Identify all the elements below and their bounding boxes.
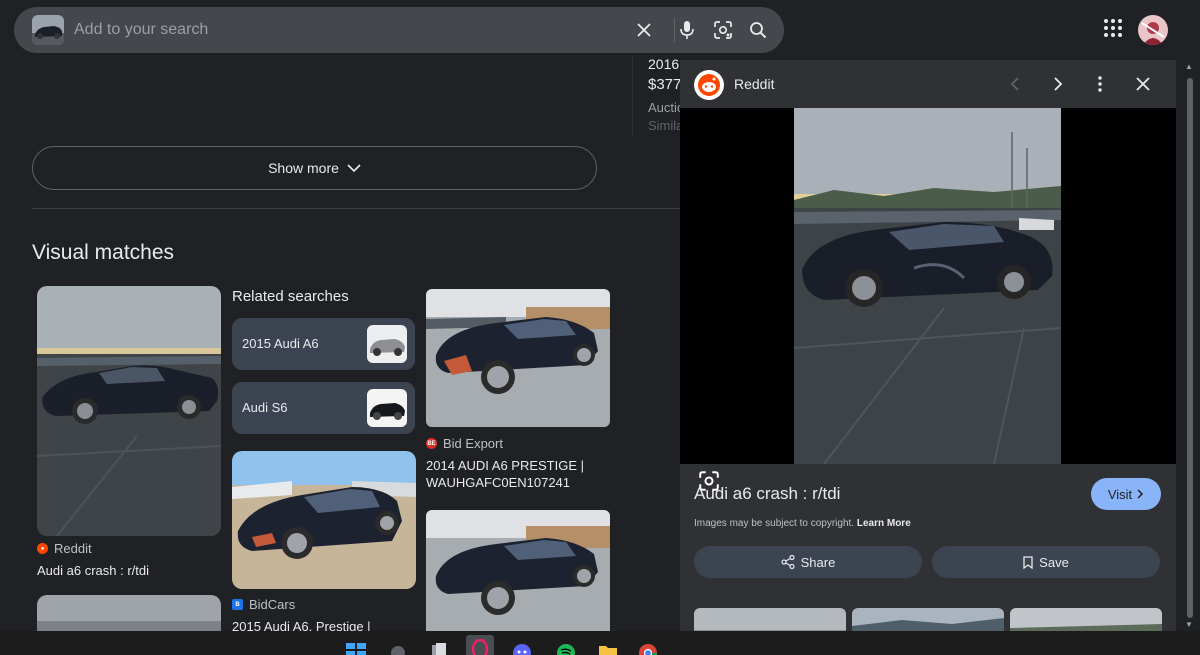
panel-header: Reddit <box>680 60 1176 108</box>
related-search-thumbnail <box>367 389 407 427</box>
clear-icon[interactable] <box>631 17 657 43</box>
related-search-label: 2015 Audi A6 <box>242 336 319 351</box>
share-icon <box>781 555 795 569</box>
opera-gx-icon[interactable] <box>466 635 494 655</box>
search-taskbar-icon[interactable] <box>388 643 408 655</box>
related-searches-title: Related searches <box>232 288 349 305</box>
task-view-icon[interactable] <box>428 643 448 655</box>
scroll-up-arrow[interactable]: ▲ <box>1185 62 1193 71</box>
related-search-thumbnail <box>367 325 407 363</box>
image-preview-panel: Reddit Audi a6 crash: r/tdi Visit Image… <box>680 60 1176 631</box>
share-label: Share <box>800 554 836 570</box>
peek-subtitle: Auctio <box>648 100 682 115</box>
visual-matches-title: Visual matches <box>32 241 175 264</box>
result-source-label: BidCars <box>249 597 296 612</box>
preview-image-area <box>680 108 1176 491</box>
avatar[interactable] <box>1138 15 1168 45</box>
windows-start-icon[interactable] <box>346 643 366 655</box>
save-label: Save <box>1039 554 1069 570</box>
discord-icon[interactable] <box>512 643 532 655</box>
save-button[interactable]: Save <box>932 546 1160 578</box>
preview-image[interactable] <box>794 108 1061 464</box>
peek-title: 2016 <box>648 56 680 72</box>
more-result-thumbnail[interactable] <box>694 608 846 631</box>
bidcars-icon: B <box>232 599 243 610</box>
file-explorer-icon[interactable] <box>598 643 618 655</box>
share-button[interactable]: Share <box>694 546 922 578</box>
result-title[interactable]: 2014 AUDI A6 PRESTIGE | WAUHGAFC0EN10724… <box>426 457 610 491</box>
visit-button[interactable]: Visit <box>1091 478 1161 510</box>
result-source-reddit: ● Reddit <box>37 541 92 556</box>
chrome-icon[interactable] <box>638 643 658 655</box>
result-source-label: Reddit <box>54 541 92 556</box>
background-result-peek: 2016 $377 Auctio Simila <box>632 56 682 136</box>
search-bar <box>14 7 784 53</box>
result-source-bidcars: B BidCars <box>232 597 295 612</box>
close-icon[interactable] <box>1131 72 1155 96</box>
bookmark-icon <box>1023 555 1033 569</box>
scrollbar-thumb[interactable] <box>1187 78 1193 618</box>
mic-icon[interactable] <box>674 17 700 43</box>
bid-export-icon: BE <box>426 438 437 449</box>
chevron-right-icon <box>1137 489 1144 499</box>
panel-title[interactable]: Audi a6 crash : r/tdi <box>694 484 840 504</box>
result-title[interactable]: Audi a6 crash : r/tdi <box>37 562 221 579</box>
result-image[interactable] <box>37 595 221 635</box>
search-input[interactable] <box>74 16 614 44</box>
copyright-notice: Images may be subject to copyright. Lear… <box>694 518 911 529</box>
copyright-text: Images may be subject to copyright. <box>694 518 855 529</box>
reddit-icon <box>694 70 724 100</box>
peek-similar: Simila <box>648 118 682 133</box>
result-image-bid-export[interactable] <box>426 289 610 427</box>
peek-price: $377 <box>648 76 682 93</box>
chevron-down-icon <box>347 164 361 173</box>
lens-icon[interactable] <box>710 17 736 43</box>
result-source-label: Bid Export <box>443 436 503 451</box>
reddit-icon: ● <box>37 543 48 554</box>
related-search-chip[interactable]: Audi S6 <box>232 382 415 434</box>
search-image-thumbnail[interactable] <box>32 15 64 45</box>
learn-more-link[interactable]: Learn More <box>857 518 911 529</box>
show-more-button[interactable]: Show more <box>32 146 597 190</box>
result-image-bidcars[interactable] <box>232 451 416 589</box>
apps-icon[interactable] <box>1102 17 1124 39</box>
related-search-chip[interactable]: 2015 Audi A6 <box>232 318 415 370</box>
visit-label: Visit <box>1107 486 1133 502</box>
chevron-right-icon[interactable] <box>1046 72 1070 96</box>
result-image[interactable] <box>426 510 610 635</box>
more-vert-icon[interactable] <box>1088 72 1112 96</box>
more-result-thumbnail[interactable] <box>1010 608 1162 631</box>
spotify-icon[interactable] <box>556 643 576 655</box>
related-search-label: Audi S6 <box>242 400 288 415</box>
section-divider <box>32 208 680 209</box>
scroll-down-arrow[interactable]: ▼ <box>1185 620 1193 629</box>
chevron-left-icon[interactable] <box>1003 72 1027 96</box>
search-icon[interactable] <box>745 17 771 43</box>
result-image-reddit[interactable] <box>37 286 221 536</box>
result-source-bid-export: BE Bid Export <box>426 436 503 451</box>
taskbar <box>0 631 1200 655</box>
panel-source-name[interactable]: Reddit <box>734 76 774 92</box>
show-more-label: Show more <box>268 160 339 176</box>
more-result-thumbnail[interactable] <box>852 608 1004 631</box>
